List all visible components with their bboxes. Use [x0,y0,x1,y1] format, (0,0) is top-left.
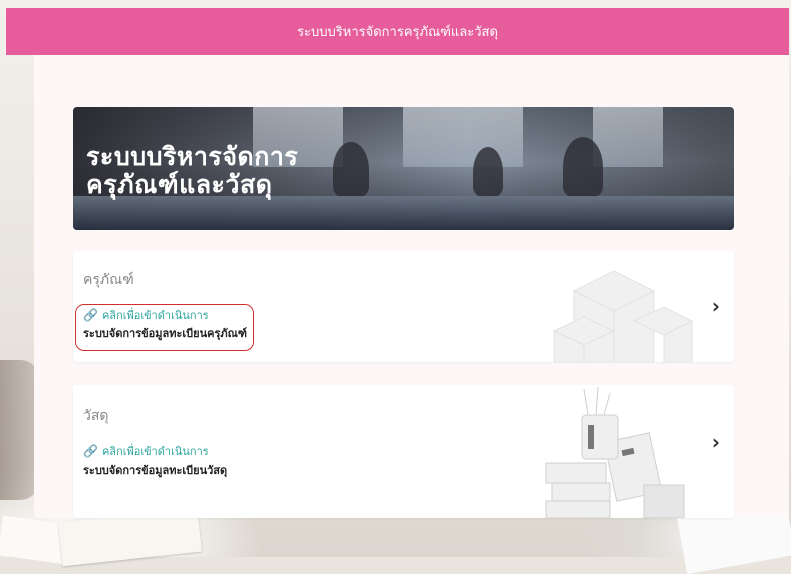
chevron-right-icon[interactable]: › [712,294,720,318]
banner-person [563,137,603,197]
link-icon: 🔗 [83,444,98,458]
equipment-card[interactable]: ครุภัณฑ์ 🔗 คลิกเพื่อเข้าดำเนินการ ระบบจั… [73,251,734,362]
supplies-link[interactable]: 🔗 คลิกเพื่อเข้าดำเนินการ [83,442,209,460]
banner-title-line1: ระบบบริหารจัดการ [86,142,299,171]
link-icon: 🔗 [83,308,98,322]
banner-person [473,147,503,197]
card-description: ระบบจัดการข้อมูลทะเบียนวัสดุ [83,464,228,477]
hero-banner: ระบบบริหารจัดการ ครุภัณฑ์และวัสดุ [73,107,734,230]
link-label: คลิกเพื่อเข้าดำเนินการ [101,309,209,322]
banner-desk [73,196,734,230]
app-title: ระบบบริหารจัดการครุภัณฑ์และวัสดุ [297,25,498,40]
banner-window [403,107,523,167]
banner-title: ระบบบริหารจัดการ ครุภัณฑ์และวัสดุ [86,143,298,199]
banner-title-line2: ครุภัณฑ์และวัสดุ [86,170,273,199]
card-title: ครุภัณฑ์ [83,272,134,288]
equipment-link[interactable]: 🔗 คลิกเพื่อเข้าดำเนินการ [83,306,209,324]
link-label: คลิกเพื่อเข้าดำเนินการ [101,445,209,458]
card-description: ระบบจัดการข้อมูลทะเบียนครุภัณฑ์ [83,327,247,340]
banner-window [593,107,663,167]
banner-person [333,142,369,197]
supplies-card[interactable]: วัสดุ 🔗 คลิกเพื่อเข้าดำเนินการ ระบบจัดกา… [73,385,734,518]
app-header: ระบบบริหารจัดการครุภัณฑ์และวัสดุ [6,8,789,55]
office-supplies-illustration [545,386,685,518]
boxes-illustration [552,270,694,362]
card-title: วัสดุ [83,408,109,424]
chevron-right-icon[interactable]: › [712,430,720,454]
